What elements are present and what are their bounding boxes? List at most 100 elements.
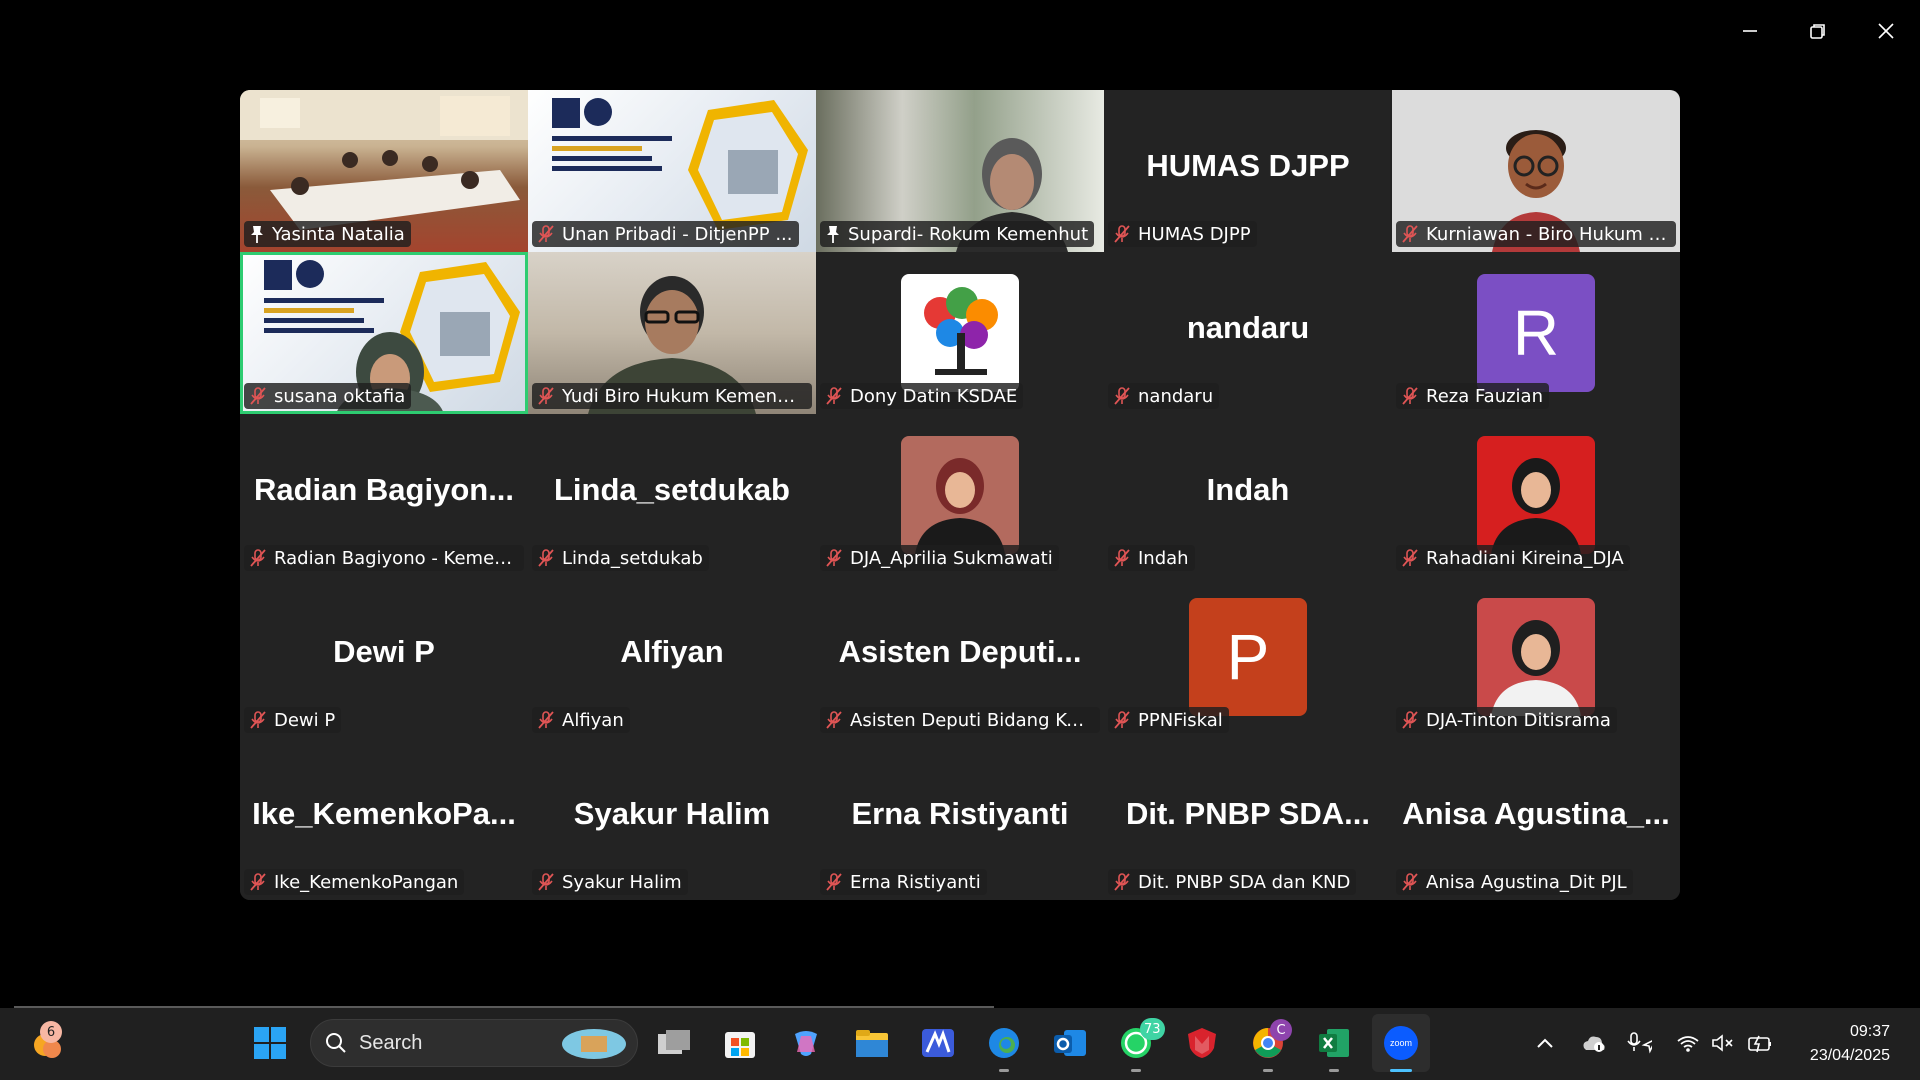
participant-tile[interactable]: Kurniawan - Biro Hukum Ke... — [1392, 90, 1680, 252]
participant-display-name: Indah — [1206, 472, 1290, 507]
participant-photo — [901, 436, 1019, 554]
task-view-button[interactable] — [654, 1023, 694, 1063]
app-m-icon — [922, 1029, 954, 1057]
participant-display-name: Asisten Deputi... — [838, 634, 1082, 669]
participant-tile[interactable]: Anisa Agustina_... Anisa Agustina_Dit PJL — [1392, 738, 1680, 900]
participant-name: nandaru — [1138, 385, 1214, 407]
tree-logo-icon — [924, 287, 998, 375]
shield-icon — [1188, 1028, 1216, 1058]
person-photo-icon — [915, 458, 1005, 554]
participant-name-tag: Rahadiani Kireina_DJA — [1396, 545, 1630, 571]
mic-muted-icon — [1402, 387, 1418, 405]
search-box[interactable]: Search — [310, 1019, 638, 1067]
excel-button[interactable] — [1314, 1023, 1354, 1063]
participant-name-tag: Reza Fauzian — [1396, 383, 1549, 409]
zoom-active-indicator — [1390, 1069, 1412, 1072]
mic-muted-icon — [1402, 873, 1418, 891]
participant-name: Ike_KemenkoPangan — [274, 871, 459, 893]
participant-photo — [1477, 598, 1595, 716]
task-view-icon — [658, 1030, 690, 1054]
participant-tile[interactable]: DJA_Aprilia Sukmawati — [816, 414, 1104, 576]
participant-name: Yudi Biro Hukum Kemenhut — [562, 385, 806, 407]
edge-button[interactable] — [984, 1023, 1024, 1063]
mic-muted-icon — [826, 387, 842, 405]
participant-tile[interactable]: Yudi Biro Hukum Kemenhut — [528, 252, 816, 414]
mic-muted-icon — [1114, 873, 1130, 891]
participant-name: Yasinta Natalia — [272, 223, 405, 245]
video-gallery: Yasinta Natalia Unan Pribadi - DitjenPP .… — [240, 90, 1680, 900]
participant-name: Radian Bagiyono - Kemenko... — [274, 547, 518, 569]
clock[interactable]: 09:37 23/04/2025 — [1810, 1020, 1890, 1068]
mcafee-button[interactable] — [1182, 1023, 1222, 1063]
participant-tile[interactable]: DJA-Tinton Ditisrama — [1392, 576, 1680, 738]
zoom-icon: zoom — [1384, 1026, 1418, 1060]
chrome-running-indicator — [1263, 1069, 1273, 1072]
participant-name-tag: HUMAS DJPP — [1108, 221, 1257, 247]
participant-tile[interactable]: Ike_KemenkoPa... Ike_KemenkoPangan — [240, 738, 528, 900]
mic-muted-icon — [826, 873, 842, 891]
search-icon — [326, 1033, 346, 1053]
participant-tile[interactable]: Dony Datin KSDAE — [816, 252, 1104, 414]
participant-name-tag: Dony Datin KSDAE — [820, 383, 1024, 409]
volume-button[interactable] — [1710, 1030, 1736, 1056]
participant-tile[interactable]: Supardi- Rokum Kemenhut — [816, 90, 1104, 252]
mic-muted-icon — [250, 873, 266, 891]
window-controls — [1716, 0, 1920, 62]
participant-tile[interactable]: HUMAS DJPP HUMAS DJPP — [1104, 90, 1392, 252]
edge-running-indicator — [999, 1069, 1009, 1072]
mic-muted-icon — [1402, 549, 1418, 567]
participant-name: Dony Datin KSDAE — [850, 385, 1018, 407]
participant-name: Dewi P — [274, 709, 336, 731]
participant-name-tag: susana oktafia — [244, 383, 412, 409]
participant-initial-avatar: P — [1189, 598, 1307, 716]
wifi-icon — [1677, 1036, 1699, 1052]
participant-tile[interactable]: Syakur Halim Syakur Halim — [528, 738, 816, 900]
outlook-icon — [1054, 1030, 1086, 1056]
participant-name: Syakur Halim — [562, 871, 682, 893]
participant-tile[interactable]: Linda_setdukab Linda_setdukab — [528, 414, 816, 576]
file-explorer-button[interactable] — [852, 1023, 892, 1063]
participant-logo-avatar — [901, 274, 1019, 392]
participant-tile[interactable]: Asisten Deputi... Asisten Deputi Bidang K… — [816, 576, 1104, 738]
app-button-m[interactable] — [918, 1023, 958, 1063]
clock-date: 23/04/2025 — [1809, 1047, 1890, 1064]
participant-tile[interactable]: Alfiyan Alfiyan — [528, 576, 816, 738]
participant-name-tag: Asisten Deputi Bidang Kelau... — [820, 707, 1100, 733]
zoom-button[interactable]: zoom — [1381, 1023, 1421, 1063]
participant-name-tag: Yasinta Natalia — [244, 221, 411, 247]
participant-name: Reza Fauzian — [1426, 385, 1543, 407]
mic-location-indicator[interactable] — [1626, 1030, 1652, 1056]
close-button[interactable] — [1852, 0, 1920, 62]
restore-icon — [1810, 24, 1825, 39]
participant-tile[interactable]: nandaru nandaru — [1104, 252, 1392, 414]
participant-name-tag: DJA_Aprilia Sukmawati — [820, 545, 1059, 571]
start-button[interactable] — [250, 1023, 290, 1063]
show-hidden-icons-button[interactable] — [1532, 1030, 1558, 1056]
participant-tile[interactable]: Radian Bagiyon... Radian Bagiyono - Kemen… — [240, 414, 528, 576]
wifi-button[interactable] — [1675, 1030, 1701, 1056]
participant-tile[interactable]: Unan Pribadi - DitjenPP ... — [528, 90, 816, 252]
outlook-button[interactable] — [1050, 1023, 1090, 1063]
participant-tile[interactable]: Indah Indah — [1104, 414, 1392, 576]
participant-name-tag: Dewi P — [244, 707, 342, 733]
onedrive-button[interactable] — [1580, 1030, 1606, 1056]
participant-tile[interactable]: Dewi P Dewi P — [240, 576, 528, 738]
participant-name: Asisten Deputi Bidang Kelau... — [850, 709, 1094, 731]
minimize-icon — [1743, 30, 1757, 32]
participant-tile[interactable]: Dit. PNBP SDA... Dit. PNBP SDA dan KND — [1104, 738, 1392, 900]
mic-muted-icon — [538, 711, 554, 729]
copilot-button[interactable] — [786, 1023, 826, 1063]
participant-tile[interactable]: Rahadiani Kireina_DJA — [1392, 414, 1680, 576]
participant-tile[interactable]: R Reza Fauzian — [1392, 252, 1680, 414]
participant-tile[interactable]: susana oktafia — [240, 252, 528, 414]
participant-name-tag: Supardi- Rokum Kemenhut — [820, 221, 1095, 247]
participant-tile[interactable]: P PPNFiskal — [1104, 576, 1392, 738]
participant-tile[interactable]: Erna Ristiyanti Erna Ristiyanti — [816, 738, 1104, 900]
participant-tile[interactable]: Yasinta Natalia — [240, 90, 528, 252]
battery-button[interactable] — [1747, 1030, 1773, 1056]
minimize-button[interactable] — [1716, 0, 1784, 62]
participant-name-tag: Dit. PNBP SDA dan KND — [1108, 869, 1357, 895]
microsoft-store-button[interactable] — [720, 1023, 760, 1063]
restore-button[interactable] — [1784, 0, 1852, 62]
search-label: Search — [359, 1031, 423, 1054]
